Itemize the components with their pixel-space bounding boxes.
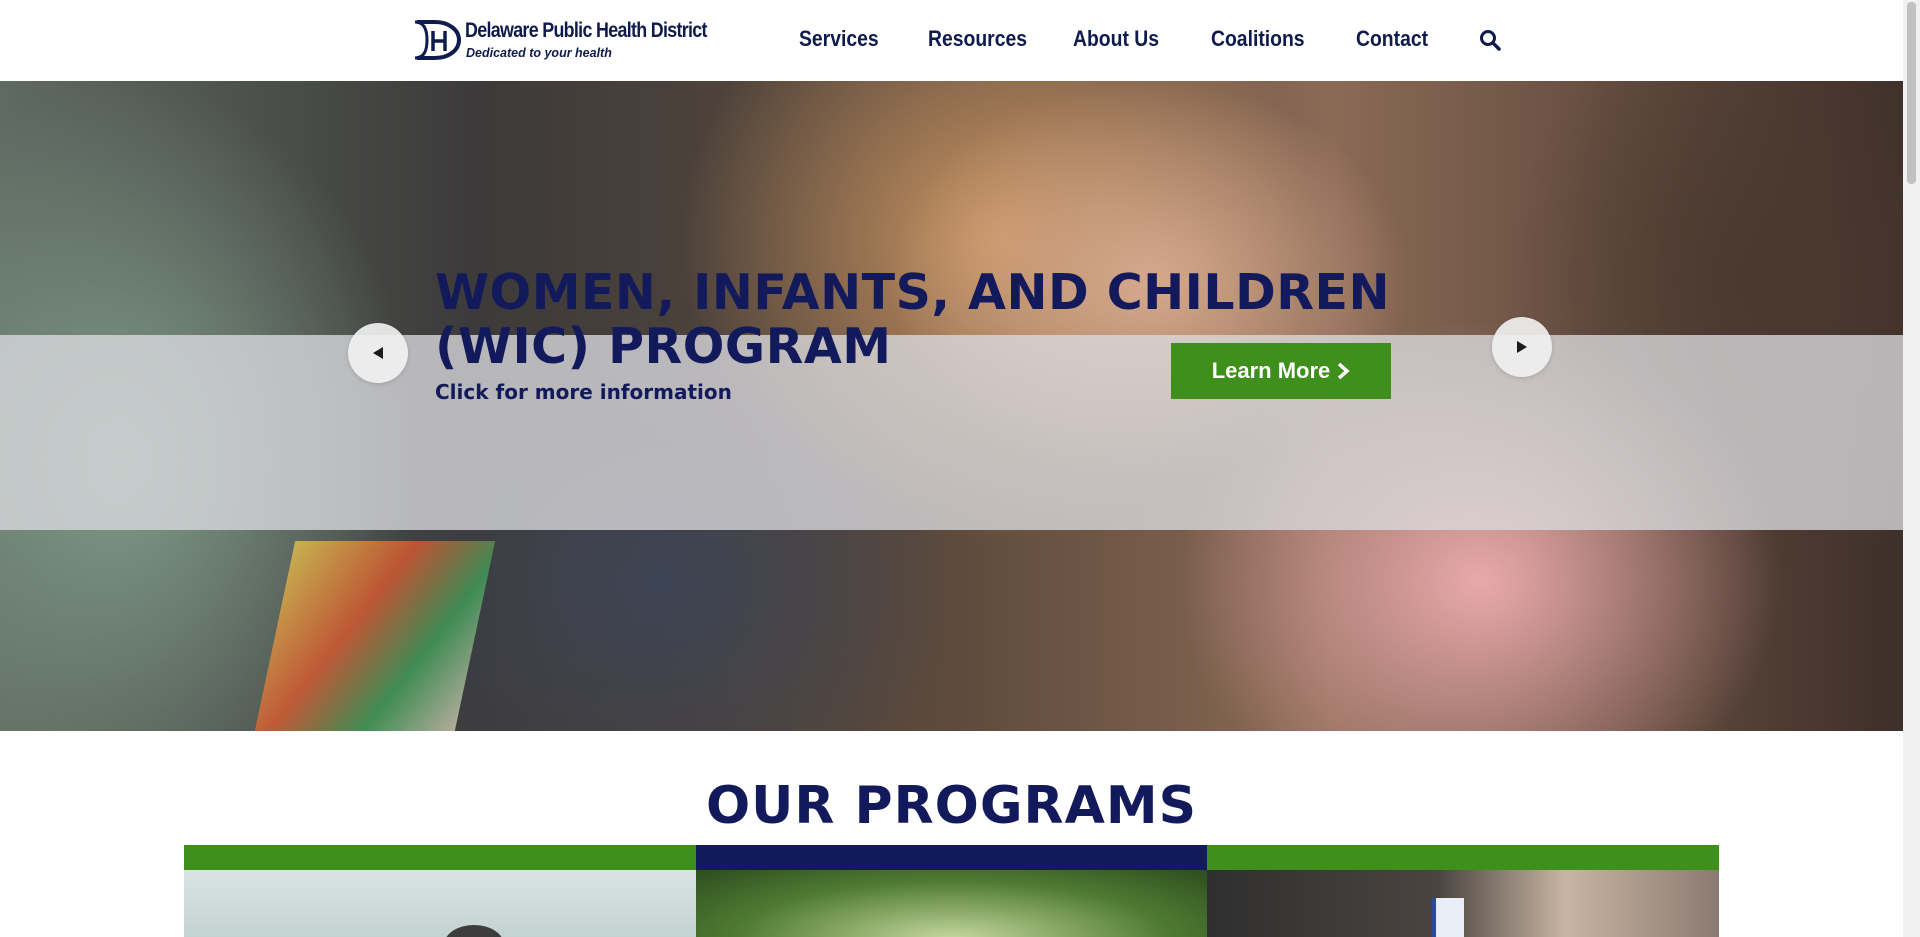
learn-more-button[interactable]: Learn More: [1171, 343, 1391, 399]
page-scrollbar[interactable]: [1903, 0, 1920, 937]
slider-prev-button[interactable]: [348, 323, 408, 383]
program-card-image: [696, 870, 1208, 937]
nav-item-about-us[interactable]: About Us: [1073, 26, 1159, 52]
chevron-right-small-icon: [1338, 362, 1350, 380]
main-nav: Services Resources About Us Coalitions C…: [0, 0, 1903, 81]
programs-heading: OUR PROGRAMS: [705, 776, 1198, 836]
program-card-bar: [184, 845, 696, 870]
nav-item-coalitions[interactable]: Coalitions: [1211, 26, 1305, 52]
scrollbar-thumb[interactable]: [1907, 2, 1916, 184]
chevron-right-icon: [1517, 341, 1527, 353]
hero-image-decoration: [254, 541, 496, 731]
program-card-bar: [1207, 845, 1719, 870]
program-card[interactable]: [184, 845, 696, 937]
nav-item-contact[interactable]: Contact: [1356, 26, 1428, 52]
nav-item-services[interactable]: Services: [799, 26, 879, 52]
program-card-image: [184, 870, 696, 937]
slider-next-button[interactable]: [1492, 317, 1552, 377]
nav-item-resources[interactable]: Resources: [928, 26, 1027, 52]
program-card-image: [1207, 870, 1719, 937]
program-card[interactable]: [1207, 845, 1719, 937]
hero-subtitle[interactable]: Click for more information: [435, 380, 732, 404]
chevron-left-icon: [373, 347, 383, 359]
learn-more-label: Learn More: [1211, 358, 1331, 383]
site-header: Delaware Public Health District Dedicate…: [0, 0, 1903, 82]
program-card-bar: [696, 845, 1208, 870]
search-icon[interactable]: [1479, 29, 1501, 55]
hero-slider: [0, 81, 1903, 731]
program-card[interactable]: [696, 845, 1208, 937]
